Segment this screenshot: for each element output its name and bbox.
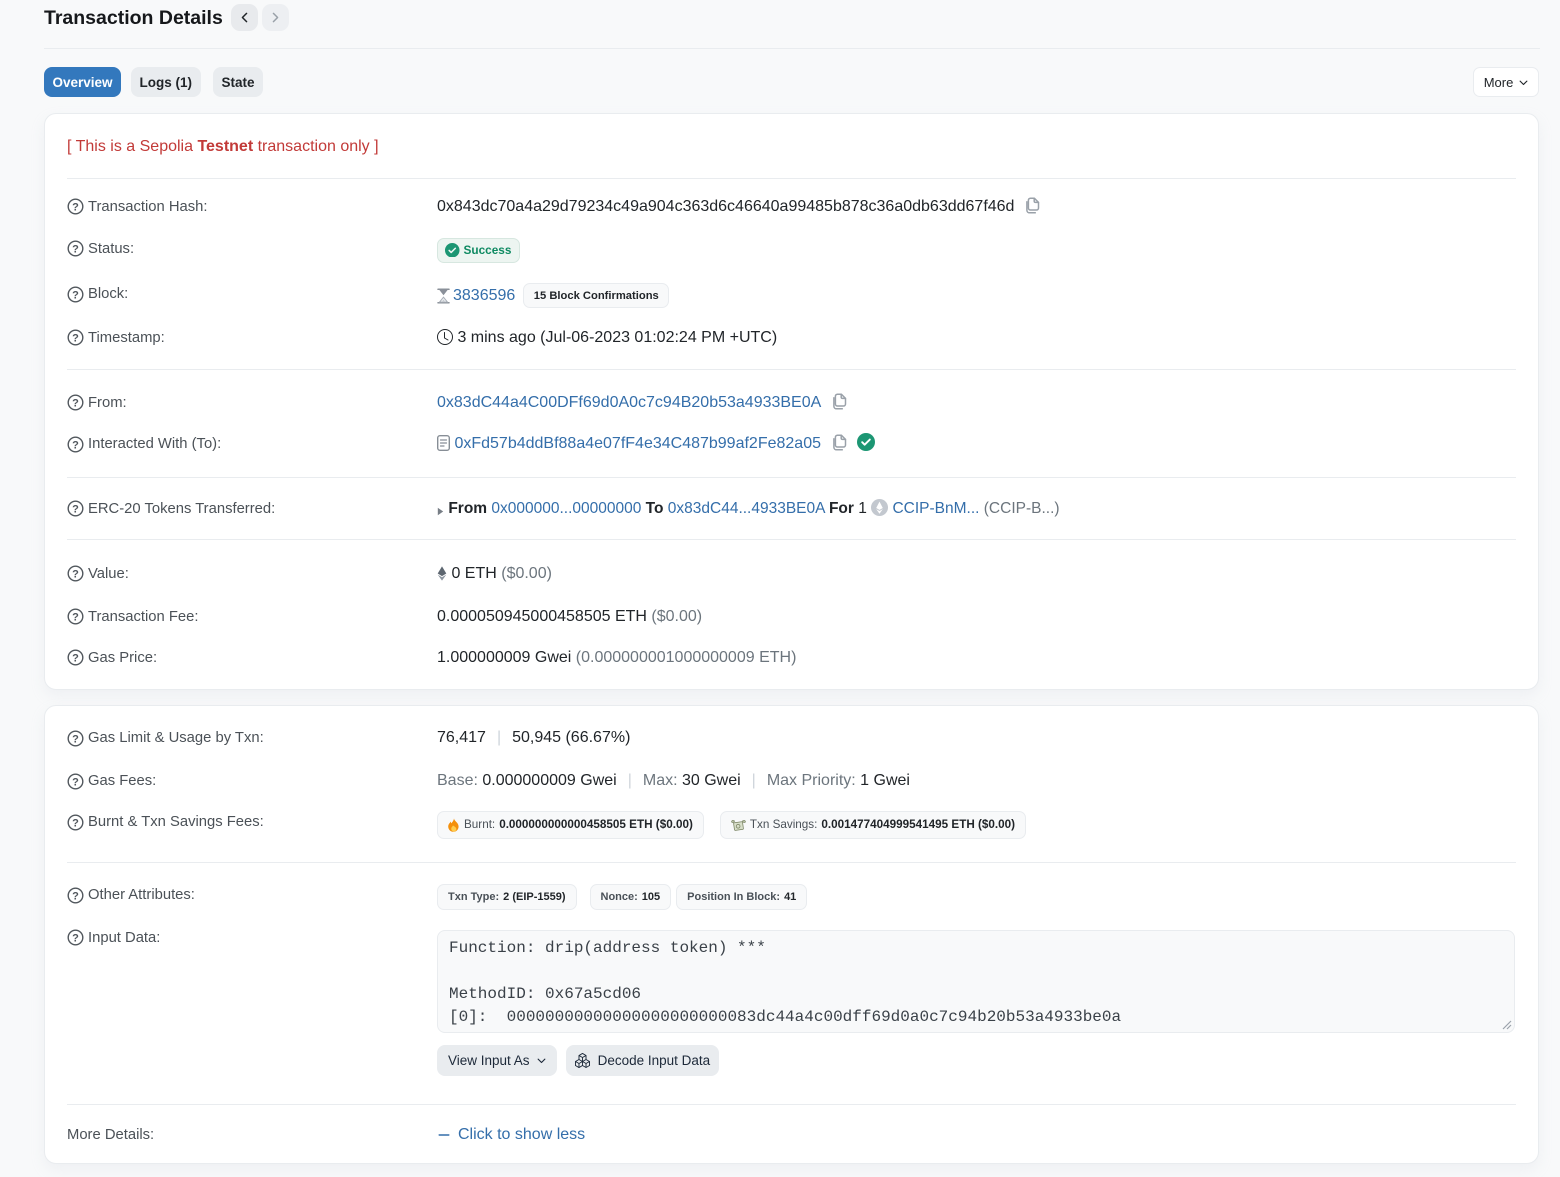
svg-text:?: ? — [72, 439, 79, 451]
svg-text:?: ? — [72, 733, 79, 745]
svg-text:?: ? — [72, 289, 79, 301]
svg-text:?: ? — [72, 890, 79, 902]
svg-text:?: ? — [72, 612, 79, 624]
svg-text:?: ? — [72, 569, 79, 581]
svg-text:?: ? — [72, 653, 79, 665]
svg-text:?: ? — [72, 776, 79, 788]
svg-text:?: ? — [72, 333, 79, 345]
svg-text:?: ? — [72, 244, 79, 256]
svg-text:?: ? — [72, 933, 79, 945]
svg-text:?: ? — [72, 202, 79, 214]
svg-text:?: ? — [72, 398, 79, 410]
svg-text:?: ? — [72, 504, 79, 516]
svg-text:?: ? — [72, 817, 79, 829]
